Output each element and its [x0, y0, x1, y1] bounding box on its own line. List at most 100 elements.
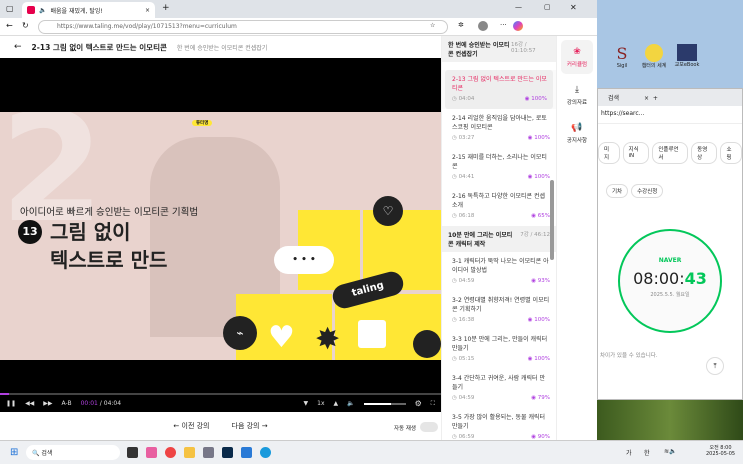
start-icon[interactable]: ⊞: [10, 447, 18, 458]
speed-up-icon[interactable]: ▲: [334, 400, 339, 407]
copilot-icon[interactable]: [513, 21, 523, 31]
desktop-icon-chapter[interactable]: 챕터의 세계: [636, 44, 672, 69]
lecture-duration: ◷ 16:38: [452, 317, 475, 323]
tab-actions-icon[interactable]: ▢: [6, 4, 14, 13]
minimize-button[interactable]: —: [515, 3, 522, 11]
rail-notices[interactable]: 📢 공지사항: [561, 116, 593, 150]
settings-gear-icon[interactable]: ⚙: [415, 399, 422, 408]
back-arrow-icon[interactable]: ←: [14, 42, 22, 52]
calculator-icon[interactable]: [203, 447, 214, 458]
page-header: ← 2-13 그림 없이 텍스트로 만드는 이모티콘 한 번에 승인받는 이모티…: [0, 36, 441, 58]
profile-avatar[interactable]: [478, 21, 488, 31]
lecture-item-title: 2-13 그림 없이 텍스트로 만드는 이모티콘: [452, 76, 547, 92]
scroll-top-button[interactable]: ⤒: [706, 357, 724, 375]
search-tabs: 미지 지식iN 인플루언서 동영상 쇼핑: [598, 142, 742, 164]
lecture-progress: ◉ 100%: [527, 174, 550, 180]
search-chip[interactable]: 기차: [606, 184, 629, 198]
volume-icon[interactable]: 🔈: [347, 400, 354, 407]
edge-icon[interactable]: [260, 447, 271, 458]
section-header[interactable]: 한 번에 승인받는 이모티콘 컨셉잡기 16강 / 01:10:57: [442, 36, 556, 62]
lecture-item[interactable]: 3-1 캐릭터가 뚝딱 나오는 이모티콘 아이디어 발상법 ◷ 04:59 ◉ 93…: [442, 252, 556, 291]
tab-taling[interactable]: 🔈 배움을 재밌게, 탈잉! ×: [22, 2, 155, 18]
lecture-progress: ◉ 65%: [531, 213, 550, 219]
lecture-title: 2-13 그림 없이 텍스트로 만드는 이모티콘: [31, 42, 167, 52]
fullscreen-icon[interactable]: ⛶: [431, 400, 435, 408]
maximize-button[interactable]: ▢: [544, 3, 551, 11]
scrollbar-thumb[interactable]: [550, 180, 554, 260]
video-title-line2: 텍스트로 만드: [50, 248, 168, 272]
lecture-item[interactable]: 3-4 간단하고 귀여운, 사람 캐릭터 만들기 ◷ 04:59 ◉ 79%: [442, 369, 556, 408]
pause-icon[interactable]: ❚❚: [6, 400, 16, 407]
url-input-2[interactable]: https://searc...: [601, 110, 644, 117]
volume-slider[interactable]: [363, 402, 406, 405]
lecture-duration: ◷ 04:59: [452, 395, 475, 401]
tutor-badge: 튜터명: [192, 120, 213, 126]
lecture-item[interactable]: 2-16 독특하고 다양한 이모티콘 컨셉 소개 ◷ 06:18 ◉ 65%: [442, 187, 556, 226]
refresh-icon[interactable]: ↻: [22, 21, 29, 30]
video-frame[interactable]: 2 튜터명 아이디어로 빠르게 승인받는 이모티콘 기획법 13 그림 없이 텍…: [0, 112, 441, 360]
starburst-icon: ✸: [315, 322, 341, 357]
search-chip[interactable]: 미지: [598, 142, 620, 164]
search-chip[interactable]: 수강신청: [631, 184, 664, 198]
autoplay-toggle[interactable]: [420, 422, 438, 432]
speed-down-icon[interactable]: ▼: [304, 400, 309, 407]
search-chip[interactable]: 인플루언서: [652, 142, 689, 164]
taskbar: ⊞ 🔍 검색 가 한 ≋🔈 오전 8:00 2025-05-05: [0, 440, 743, 464]
back-icon[interactable]: ←: [6, 21, 13, 30]
favorite-star-icon[interactable]: ☆: [430, 22, 435, 29]
lecture-nav: ← 이전 강의 다음 강의 →: [0, 412, 441, 440]
desktop-icon-sigil[interactable]: S Sigil: [610, 44, 634, 69]
curriculum-list: 한 번에 승인받는 이모티콘 컨셉잡기 16강 / 01:10:57 2-13 그…: [441, 36, 556, 440]
close-window-button[interactable]: ✕: [570, 3, 577, 12]
search-chip[interactable]: 쇼핑: [720, 142, 742, 164]
extensions-icon[interactable]: ✲: [458, 21, 464, 29]
lecture-item[interactable]: 3-5 가장 많이 활용되는, 동물 캐릭터 만들기 ◷ 06:59 ◉ 90%: [442, 408, 556, 440]
search-chip[interactable]: 동영상: [691, 142, 718, 164]
ab-repeat-button[interactable]: A-B: [62, 400, 72, 407]
tab-search[interactable]: 검색 × +: [598, 89, 742, 106]
desktop-icon-kyobo[interactable]: 교보eBook: [672, 44, 702, 68]
speech-bubble-icon: • • •: [274, 246, 334, 274]
next-lecture-button[interactable]: 다음 강의 →: [232, 421, 268, 431]
photoshop-icon[interactable]: [222, 447, 233, 458]
lecture-item-title: 2-16 독특하고 다양한 이모티콘 컨셉 소개: [452, 193, 546, 209]
tab-title: 배움을 재밌게, 탈잉!: [50, 7, 103, 15]
lecture-progress: ◉ 100%: [527, 317, 550, 323]
lecture-duration: ◷ 05:15: [452, 356, 475, 362]
copilot-taskbar-icon[interactable]: [146, 447, 157, 458]
wifi-volume-icon[interactable]: ≋🔈: [664, 448, 677, 455]
playback-speed: 1x: [317, 400, 325, 407]
lecture-item[interactable]: 2-15 재미를 더하는, 소리나는 이모티콘 ◷ 04:41 ◉ 100%: [442, 148, 556, 187]
lecture-item[interactable]: 2-13 그림 없이 텍스트로 만드는 이모티콘 ◷ 04:04 ◉ 100%: [445, 70, 553, 109]
ime-indicator[interactable]: 가: [626, 448, 632, 457]
app-icon[interactable]: [241, 447, 252, 458]
task-view-icon[interactable]: [127, 447, 138, 458]
file-explorer-icon[interactable]: [184, 447, 195, 458]
url-input[interactable]: https://www.taling.me/vod/play/1071513?m…: [38, 20, 448, 34]
lecture-item-title: 3-2 연령대별 취향저격! 연령별 이모티콘 기획하기: [452, 297, 550, 313]
prev-lecture-button[interactable]: ← 이전 강의: [173, 421, 209, 431]
ime-mode[interactable]: 한: [644, 448, 650, 457]
rail-curriculum[interactable]: ❀ 커리큘럼: [561, 40, 593, 74]
rail-materials[interactable]: ⤓ 강의자료: [561, 78, 593, 112]
speaker-icon[interactable]: 🔈: [39, 7, 46, 14]
duration: 04:04: [103, 400, 122, 407]
rewind-icon[interactable]: ◀◀: [25, 400, 34, 407]
chrome-icon[interactable]: [165, 447, 176, 458]
section-header[interactable]: 10분 만에 그리는 이모티콘 캐릭터 제작 7강 / 46:12: [442, 226, 556, 252]
lecture-item[interactable]: 3-3 10분 만에 그리는, 만들이 캐릭터 만들기 ◷ 05:15 ◉ 100%: [442, 330, 556, 369]
new-tab-button[interactable]: +: [162, 3, 170, 13]
search-chip[interactable]: 지식iN: [622, 142, 650, 164]
lesson-number-badge: 13: [18, 220, 42, 244]
clock[interactable]: 오전 8:00 2025-05-05: [706, 444, 735, 457]
more-menu-icon[interactable]: ···: [500, 21, 507, 29]
lecture-item[interactable]: 2-14 리얼한 움직임을 담아내는, 로토스코핑 이모티콘 ◷ 03:27 ◉ 1…: [442, 109, 556, 148]
address-bar-row: ← ↻ https://www.taling.me/vod/play/10715…: [0, 18, 597, 36]
close-tab-icon[interactable]: ×: [145, 7, 150, 14]
forward-icon[interactable]: ▶▶: [43, 400, 52, 407]
lecture-item[interactable]: 3-2 연령대별 취향저격! 연령별 이모티콘 기획하기 ◷ 16:38 ◉ 100…: [442, 291, 556, 330]
lecture-progress: ◉ 100%: [527, 356, 550, 362]
clock-date: 2025.5.5. 월요일: [650, 292, 690, 298]
taskbar-search[interactable]: 🔍 검색: [26, 445, 120, 460]
lecture-item-title: 3-4 간단하고 귀여운, 사람 캐릭터 만들기: [452, 375, 546, 391]
